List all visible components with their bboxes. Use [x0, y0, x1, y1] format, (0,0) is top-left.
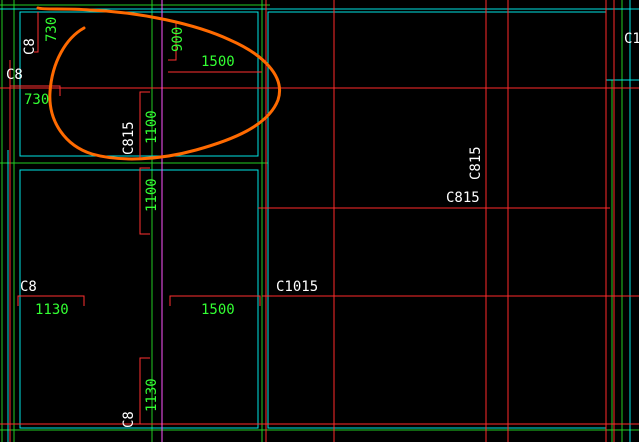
- cad-drawing-canvas[interactable]: C8 C8 C815 C815 C815 C1015 C8 C8 C10 730…: [0, 0, 639, 442]
- label-c8-lower-left: C8: [20, 279, 37, 295]
- label-c8-bottom: C8: [121, 411, 137, 428]
- dim-730-top: 730: [44, 17, 60, 42]
- dim-1100-upper: 1100: [144, 110, 160, 144]
- dim-730-left: 730: [24, 92, 49, 108]
- dim-1130-left: 1130: [35, 302, 69, 318]
- label-c815-horizontal: C815: [446, 190, 480, 206]
- label-c10-top-right: C10: [624, 31, 639, 47]
- room-outline-right: [267, 11, 607, 429]
- label-c8-top-left: C8: [22, 38, 38, 55]
- beam-labels: C8 C8 C815 C815 C815 C1015 C8 C8 C10: [6, 31, 639, 428]
- beam-edge-lines: [0, 0, 639, 442]
- label-c815-vertical-left: C815: [121, 121, 137, 155]
- dim-1130-bottom: 1130: [144, 378, 160, 412]
- dimension-leaders: [10, 12, 272, 425]
- label-c8-mid-left: C8: [6, 67, 23, 83]
- label-c815-vertical-right: C815: [468, 146, 484, 180]
- grid-lines: [0, 0, 639, 442]
- room-outline-bottom-left: [19, 169, 259, 429]
- dim-1500-bottom: 1500: [201, 302, 235, 318]
- dim-1500-top: 1500: [201, 54, 235, 70]
- dimension-labels: 730 900 1500 730 1100 1100 1130 1500 113…: [24, 17, 235, 412]
- wall-outlines: [0, 0, 639, 442]
- label-c1015: C1015: [276, 279, 318, 295]
- dim-900: 900: [170, 27, 186, 52]
- dim-1100-lower: 1100: [144, 178, 160, 212]
